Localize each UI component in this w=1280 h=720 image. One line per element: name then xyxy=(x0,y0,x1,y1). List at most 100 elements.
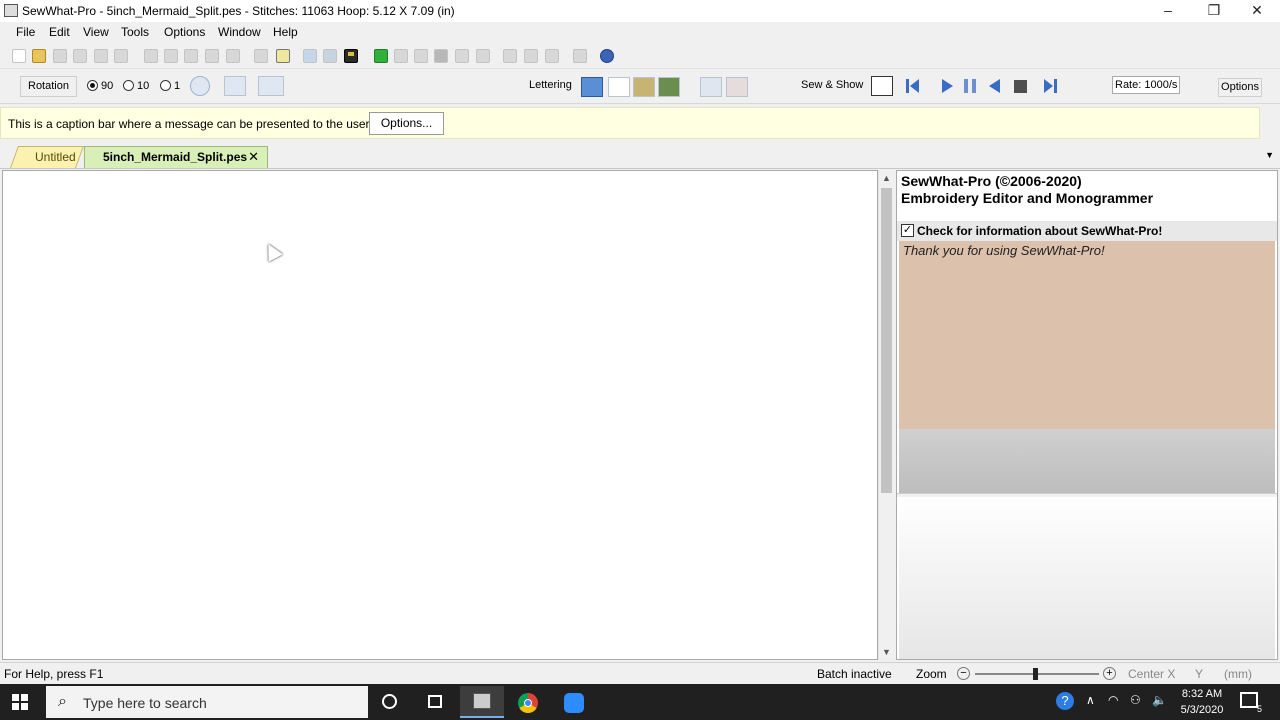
save-disk-icon[interactable] xyxy=(323,49,337,63)
stop-icon[interactable] xyxy=(1014,80,1027,93)
rotate-right-icon[interactable] xyxy=(545,49,559,63)
zoom-slider-thumb[interactable] xyxy=(1033,668,1038,680)
bold-b-icon[interactable] xyxy=(276,49,290,63)
print-preview-disabled-icon[interactable] xyxy=(114,49,128,63)
units-label: (mm) xyxy=(1224,667,1252,681)
canvas-vertical-scrollbar[interactable]: ▲ ▼ xyxy=(878,170,893,660)
close-button[interactable]: ✕ xyxy=(1234,0,1280,22)
pattern-fill-icon[interactable] xyxy=(658,77,680,97)
redo-disabled-icon[interactable] xyxy=(226,49,240,63)
volume-icon[interactable]: 🔈 xyxy=(1152,693,1167,707)
rotate-left-icon[interactable] xyxy=(524,49,538,63)
font-list-icon[interactable] xyxy=(581,77,603,97)
menu-file[interactable]: File xyxy=(16,25,35,39)
tab-untitled[interactable]: Untitled xyxy=(9,146,85,168)
measure-icon[interactable] xyxy=(455,49,469,63)
save-as-disabled-icon[interactable] xyxy=(73,49,87,63)
chrome-icon[interactable] xyxy=(506,686,550,718)
zoom-app-icon[interactable] xyxy=(552,686,596,718)
taskbar-search-box[interactable]: ⌕ Type here to search xyxy=(46,686,368,718)
rotation-button[interactable]: Rotation xyxy=(20,76,77,97)
monogram-icon[interactable] xyxy=(633,77,655,97)
rotate-cycle-icon[interactable] xyxy=(190,76,210,96)
save-disabled-icon[interactable] xyxy=(53,49,67,63)
open-folder-icon[interactable] xyxy=(32,49,46,63)
title-bar: SewWhat-Pro - 5inch_Mermaid_Split.pes - … xyxy=(0,0,1280,22)
tab-mermaid-file[interactable]: 5inch_Mermaid_Split.pes ✕ xyxy=(84,146,268,168)
copy-disabled-icon[interactable] xyxy=(164,49,178,63)
sewwhat-pro-taskbar-icon[interactable] xyxy=(460,686,504,718)
zoom-out-icon[interactable]: − xyxy=(957,667,970,680)
sync-icon[interactable]: ⚇ xyxy=(1130,693,1141,707)
app-icon xyxy=(4,4,18,17)
caption-options-button[interactable]: Options... xyxy=(369,112,444,135)
tab-close-icon[interactable]: ✕ xyxy=(248,147,259,167)
info-checkbox[interactable]: ✓ xyxy=(901,224,914,237)
flip-horizontal-icon[interactable] xyxy=(258,76,284,96)
align-icon[interactable] xyxy=(503,49,517,63)
green-stop-icon[interactable] xyxy=(374,49,388,63)
network-icon[interactable]: ◠ xyxy=(1108,693,1118,707)
cortana-icon[interactable] xyxy=(368,686,412,718)
lines-icon[interactable] xyxy=(700,77,722,97)
design-canvas[interactable] xyxy=(2,170,878,660)
hoop-icon[interactable] xyxy=(414,49,428,63)
context-help-icon[interactable] xyxy=(622,49,636,63)
help-circle-icon[interactable] xyxy=(600,49,614,63)
copy-window-icon[interactable] xyxy=(303,49,317,63)
windows-taskbar: ⌕ Type here to search ? ∧ ◠ ⚇ 🔈 8:32 AM … xyxy=(0,684,1280,720)
scrollbar-thumb[interactable] xyxy=(881,188,892,493)
thanks-message: Thank you for using SewWhat-Pro! xyxy=(903,243,1105,258)
new-file-icon[interactable] xyxy=(12,49,26,63)
zoom-label: Zoom xyxy=(916,667,947,681)
info-gradient-area xyxy=(899,429,1275,493)
windows-start-icon[interactable] xyxy=(12,694,29,711)
skip-forward-icon[interactable] xyxy=(1043,79,1057,93)
menu-tools[interactable]: Tools xyxy=(121,25,149,39)
taskbar-clock[interactable]: 8:32 AM 5/3/2020 xyxy=(1176,686,1228,718)
sew-show-options-button[interactable]: Options xyxy=(1218,78,1262,97)
pause-icon[interactable] xyxy=(964,79,976,93)
undo-disabled-icon[interactable] xyxy=(205,49,219,63)
menu-options[interactable]: Options xyxy=(164,25,205,39)
menu-help[interactable]: Help xyxy=(273,25,298,39)
menu-edit[interactable]: Edit xyxy=(49,25,70,39)
status-batch: Batch inactive xyxy=(817,667,892,681)
menu-view[interactable]: View xyxy=(83,25,109,39)
restore-button[interactable]: ❐ xyxy=(1191,0,1237,22)
print-disabled-icon[interactable] xyxy=(94,49,108,63)
zoom-in-icon[interactable]: + xyxy=(1103,667,1116,680)
task-view-icon[interactable] xyxy=(414,686,458,718)
flip-vertical-icon[interactable] xyxy=(224,76,246,96)
rotation-1-label: 1 xyxy=(174,80,181,92)
info-check-row: ✓ Check for information about SewWhat-Pr… xyxy=(897,221,1277,241)
menu-window[interactable]: Window xyxy=(218,25,261,39)
select-tool-icon[interactable] xyxy=(254,49,268,63)
cut-disabled-icon[interactable] xyxy=(144,49,158,63)
rotation-1-radio[interactable] xyxy=(160,80,171,91)
step-back-icon[interactable] xyxy=(989,79,1000,93)
grid-icon[interactable] xyxy=(434,49,448,63)
save-colored-icon[interactable] xyxy=(344,49,358,63)
layout-icon[interactable] xyxy=(573,49,587,63)
notification-center-icon[interactable]: 5 xyxy=(1240,692,1262,714)
paste-disabled-icon[interactable] xyxy=(184,49,198,63)
y-label: Y xyxy=(1195,667,1204,681)
skip-back-icon[interactable] xyxy=(906,79,920,93)
tab-mermaid-label: 5inch_Mermaid_Split.pes xyxy=(103,150,248,164)
help-tray-icon[interactable]: ? xyxy=(1056,692,1074,710)
sewing-machine-icon[interactable] xyxy=(871,76,893,96)
scroll-up-arrow-icon[interactable]: ▲ xyxy=(882,173,891,183)
envelope-icon[interactable] xyxy=(726,77,748,97)
tray-chevron-icon[interactable]: ∧ xyxy=(1086,693,1095,707)
play-icon[interactable] xyxy=(942,79,953,93)
letter-a-icon[interactable] xyxy=(608,77,630,97)
pin-icon[interactable] xyxy=(476,49,490,63)
minimize-button[interactable]: – xyxy=(1145,0,1191,22)
rotation-90-radio[interactable] xyxy=(87,80,98,91)
scroll-down-arrow-icon[interactable]: ▼ xyxy=(882,647,891,657)
shirt-icon[interactable] xyxy=(394,49,408,63)
rate-field[interactable]: Rate: 1000/s xyxy=(1112,76,1180,94)
tab-list-chevron-icon[interactable]: ▼ xyxy=(1265,150,1274,160)
rotation-10-radio[interactable] xyxy=(123,80,134,91)
